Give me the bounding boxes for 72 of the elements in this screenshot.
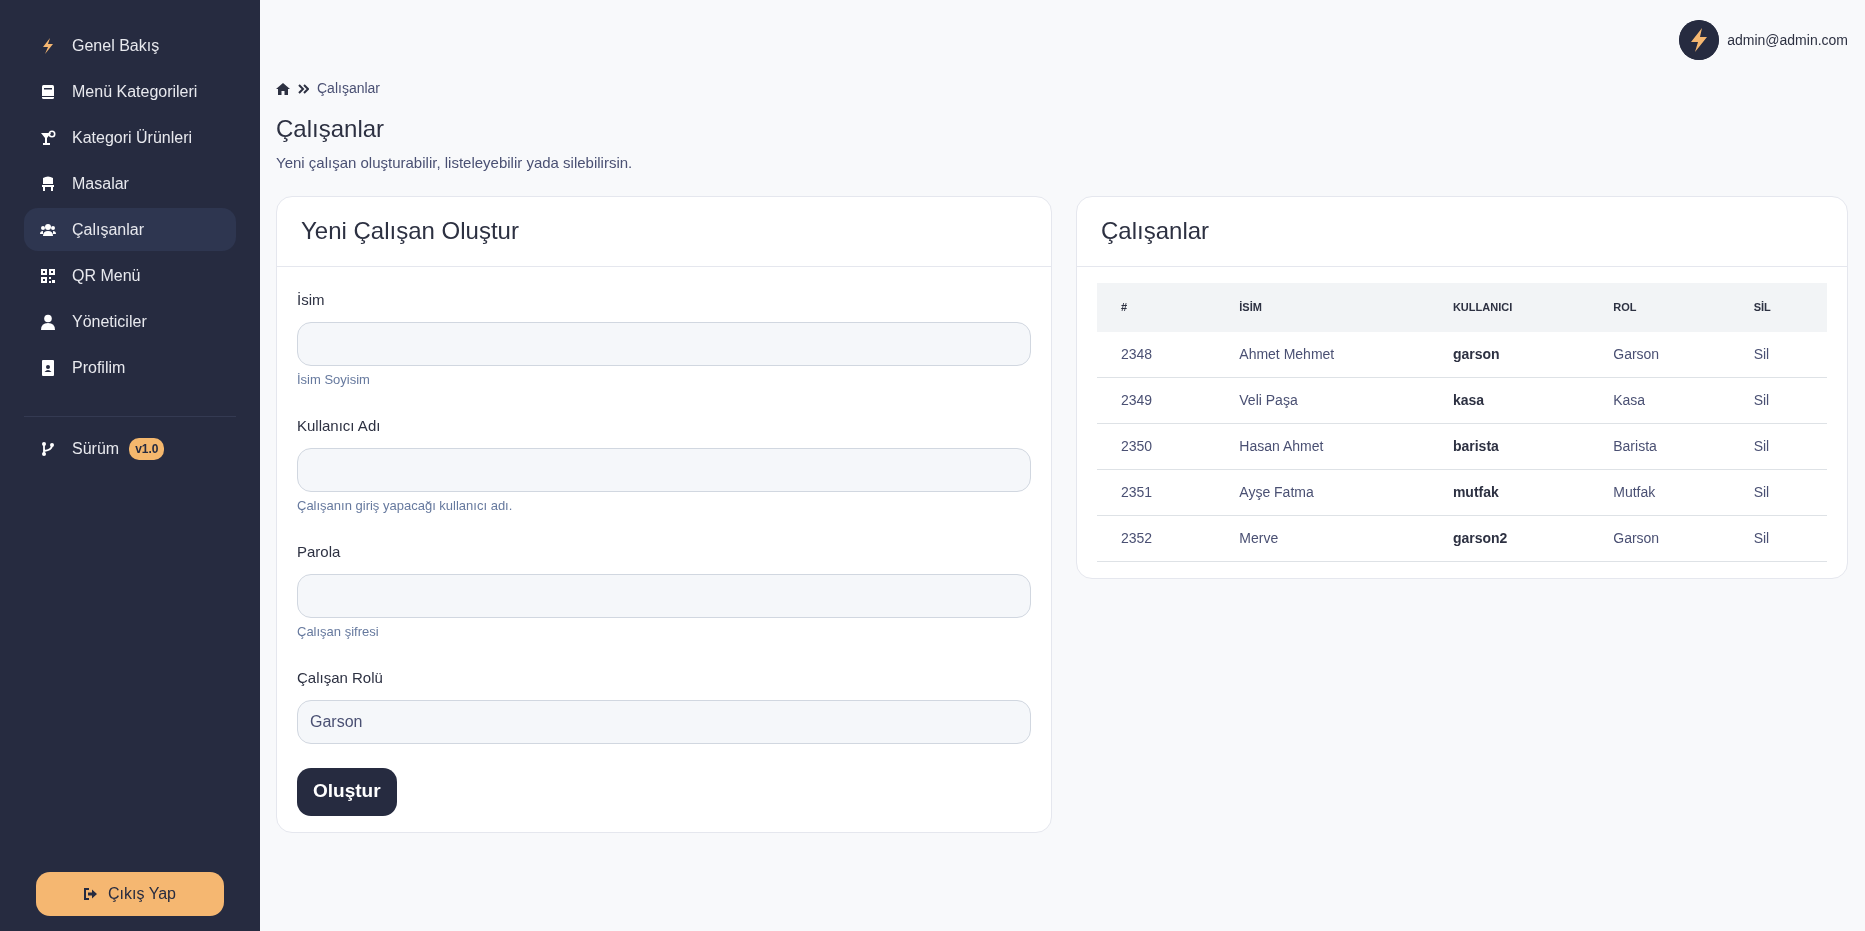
version-label: Sürüm (72, 439, 120, 459)
table-cell: garson (1428, 331, 1590, 378)
cocktail-icon (40, 129, 56, 146)
table-cell: 2348 (1097, 331, 1216, 378)
logout-button[interactable]: Çıkış Yap (36, 872, 224, 916)
table-cell: 2351 (1097, 469, 1216, 516)
table-cell: Barista (1589, 423, 1730, 470)
table-cell: Mutfak (1589, 469, 1730, 516)
table-cell: Veli Paşa (1215, 377, 1429, 424)
sidebar-item[interactable]: Profilim (24, 346, 236, 389)
submit-button[interactable]: Oluştur (297, 767, 397, 816)
table-cell: mutfak (1428, 469, 1590, 516)
book-icon (40, 83, 56, 100)
avatar-icon (1679, 20, 1720, 60)
column-header: İSİM (1215, 283, 1429, 332)
field-label: İsim (297, 290, 326, 311)
page-description: Yeni çalışan oluşturabilir, listeleyebilir yada silebilirsin. (276, 152, 634, 173)
table-cell: 2352 (1097, 515, 1216, 562)
input-field[interactable] (297, 321, 1031, 366)
help-text: Çalışan şifresi (297, 622, 380, 641)
table-cell: kasa (1428, 377, 1590, 424)
sidebar-item[interactable]: Yöneticiler (24, 300, 236, 343)
field-label: Çalışan Rolü (297, 668, 384, 689)
help-text: İsim Soyisim (297, 370, 371, 389)
breadcrumb-item: Çalışanlar (317, 79, 381, 98)
bolt-icon (40, 37, 56, 54)
delete-link[interactable]: Sil (1753, 392, 1770, 409)
table-cell: Ayşe Fatma (1215, 469, 1429, 516)
user-icon (40, 313, 56, 330)
id-card-icon (40, 359, 56, 376)
delete-link[interactable]: Sil (1753, 345, 1770, 362)
sidebar-item[interactable]: Masalar (24, 162, 236, 205)
role-select[interactable]: Garson (297, 699, 1031, 744)
field-label: Parola (297, 542, 342, 563)
table-cell: garson2 (1428, 515, 1590, 562)
input-field[interactable] (297, 447, 1031, 492)
card-title: Yeni Çalışan Oluştur (277, 197, 1051, 268)
table-cell: 2349 (1097, 377, 1216, 424)
table-cell: Garson (1589, 331, 1730, 378)
sidebar-item[interactable]: Çalışanlar (24, 208, 236, 251)
table-cell: 2350 (1097, 423, 1216, 470)
users-icon (40, 221, 56, 238)
qr-code-icon (40, 267, 56, 284)
field-label: Kullanıcı Adı (297, 416, 382, 437)
card-title: Çalışanlar (1077, 197, 1847, 268)
table-cell: Kasa (1589, 377, 1730, 424)
chevrons-right-icon (298, 83, 309, 94)
column-header: ROL (1589, 283, 1730, 332)
column-header: # (1097, 283, 1216, 332)
help-text: Çalışanın giriş yapacağı kullanıcı adı. (297, 496, 514, 515)
version-badge: v1.0 (129, 438, 165, 460)
table-cell: Hasan Ahmet (1215, 423, 1429, 470)
home-icon[interactable] (276, 82, 290, 95)
chair-icon (40, 175, 56, 192)
sidebar-item[interactable]: QR Menü (24, 254, 236, 297)
sidebar-item[interactable]: Kategori Ürünleri (24, 116, 236, 159)
delete-link[interactable]: Sil (1753, 530, 1770, 547)
page-title: Çalışanlar (276, 115, 386, 144)
table-cell: Garson (1589, 515, 1730, 562)
table-cell: Merve (1215, 515, 1429, 562)
delete-link[interactable]: Sil (1753, 438, 1770, 455)
user-email: admin@admin.com (1727, 30, 1848, 50)
column-header: SİL (1729, 283, 1827, 332)
password-field[interactable] (297, 573, 1031, 618)
table-cell: Ahmet Mehmet (1215, 331, 1429, 378)
sidebar-item[interactable]: Genel Bakış (24, 24, 236, 67)
table-cell: barista (1428, 423, 1590, 470)
sign-out-icon (84, 888, 99, 900)
sidebar-item[interactable]: Menü Kategorileri (24, 70, 236, 113)
column-header: KULLANICI (1428, 283, 1590, 332)
branch-icon (40, 441, 56, 457)
delete-link[interactable]: Sil (1753, 484, 1770, 501)
